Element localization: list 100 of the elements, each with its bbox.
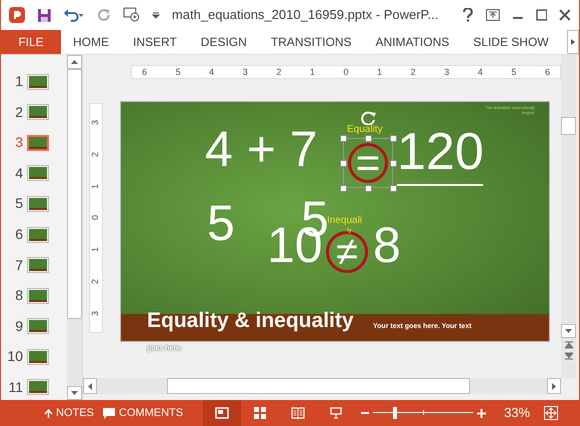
resize-handle[interactable] [390,160,397,167]
ruler-number: 0 [92,215,100,220]
next-slide-icon[interactable] [564,352,572,360]
comments-button[interactable]: COMMENTS [96,400,190,426]
close-icon[interactable] [559,9,572,21]
resize-handle[interactable] [340,160,347,167]
ribbon-tab[interactable]: DESIGN [188,30,259,54]
slide-number: 10 [6,347,23,366]
ruler-number: 4 [478,68,483,76]
slide-title: Equality & inequality [147,310,354,331]
slide-thumbnail[interactable] [27,74,49,90]
ribbon-tab[interactable]: ANIMATIONS [363,30,462,54]
slide-thumbnail[interactable] [27,288,49,304]
zoom-percent[interactable]: 33% [504,403,530,423]
save-icon[interactable] [36,8,52,22]
resize-handle[interactable] [390,185,397,192]
slide-number: 7 [14,256,23,275]
ribbon-tab[interactable]: TRANSITIONS [258,30,364,54]
resize-handle[interactable] [365,135,372,142]
resize-handle[interactable] [390,135,397,142]
slide-thumbnail[interactable] [27,226,49,242]
view-button[interactable] [203,400,242,426]
speech-bubble-icon [102,408,115,418]
scroll-up-button[interactable] [67,55,82,69]
rotate-handle-icon[interactable] [361,111,377,125]
slide-number: 4 [14,164,23,183]
window-title: math_equations_2010_16959.pptx - PowerP... [172,6,438,24]
inequality-label: Inequali [327,216,362,226]
ruler-number: 1 [377,68,382,76]
slide-thumbnail[interactable] [27,196,49,212]
undo-icon[interactable] [63,8,85,22]
normal-view-icon [215,407,230,419]
scrollbar-thumb[interactable] [167,378,470,394]
equality-label: Equality [347,125,383,135]
slide-number: 3 [14,133,23,152]
slide-thumbnail[interactable] [27,318,49,334]
zoom-slider[interactable] [373,407,474,419]
caret-down-icon [565,329,572,333]
equation-text: 4 + 7 [205,124,318,174]
scroll-down-button[interactable] [67,386,82,400]
slide-thumbnail[interactable] [27,104,49,120]
resize-handle[interactable] [365,185,372,192]
scroll-right-button[interactable] [547,378,561,394]
slide-thumbnail[interactable] [27,165,49,182]
notes-button[interactable]: NOTES [41,400,97,426]
scroll-left-button[interactable] [83,378,97,394]
ribbon-tab[interactable]: INSERT [121,30,189,54]
zoom-out-icon[interactable] [361,409,370,417]
zoom-slider-thumb[interactable] [393,407,398,419]
fit-to-window-icon[interactable] [544,406,558,420]
ruler-number: 5 [176,68,181,76]
dropdown-icon[interactable] [152,11,160,19]
presentation-icon[interactable] [122,7,140,23]
ruler-number: 2 [92,152,100,157]
slide-number: 8 [14,286,23,306]
slide-number: 6 [14,225,23,244]
projector-screen-icon [329,407,344,419]
scroll-right-button[interactable] [567,30,579,54]
ribbon-tab[interactable]: FILE [1,30,61,54]
ruler-number: 6 [544,68,550,76]
caret-left-icon [88,382,92,390]
ruler-number: 3 [92,310,100,316]
ribbon-tab[interactable]: HOME [61,30,121,54]
slide-number: 11 [7,378,23,397]
scrollbar-thumb[interactable] [67,69,82,319]
scrollbar-thumb[interactable] [561,117,576,135]
ruler-number: 3 [444,68,450,76]
ruler-number: 3 [242,68,248,76]
ribbon-tab[interactable]: SLIDE SHOW [461,30,561,54]
slide-number: 5 [14,194,23,214]
ruler-number: 3 [92,120,100,125]
slide-thumbnail[interactable] [27,134,49,151]
slide-number: 2 [14,102,23,122]
ribbon-display-icon[interactable] [486,9,500,21]
resize-handle[interactable] [340,135,347,142]
slide-number: 1 [14,72,23,92]
app-logo-icon [9,7,25,23]
ruler-number: 2 [410,68,416,76]
scroll-down-button[interactable] [561,324,576,338]
ruler-number: 1 [310,68,315,76]
equation-text: 5 [207,198,235,248]
ruler-number: 5 [511,68,516,76]
caret-down-icon [71,391,78,395]
slide-thumbnail[interactable] [27,379,49,396]
help-icon[interactable] [462,8,474,22]
ruler-number: 1 [92,247,100,252]
arrow-up-icon [44,408,53,418]
grid-icon [253,407,268,419]
ruler-number: 1 [92,184,100,189]
slide-thumbnail[interactable] [27,257,49,274]
caret-right-icon [552,382,556,390]
ruler-number: 2 [276,68,282,76]
previous-slide-icon[interactable] [564,341,572,349]
ruler-number: 6 [142,68,148,76]
equation-text: 8 [373,220,401,270]
zoom-in-icon[interactable] [477,408,486,418]
slide-thumbnail[interactable] [27,348,49,365]
maximize-icon[interactable] [536,9,548,21]
slide-number: 9 [14,316,23,336]
resize-handle[interactable] [340,185,347,192]
